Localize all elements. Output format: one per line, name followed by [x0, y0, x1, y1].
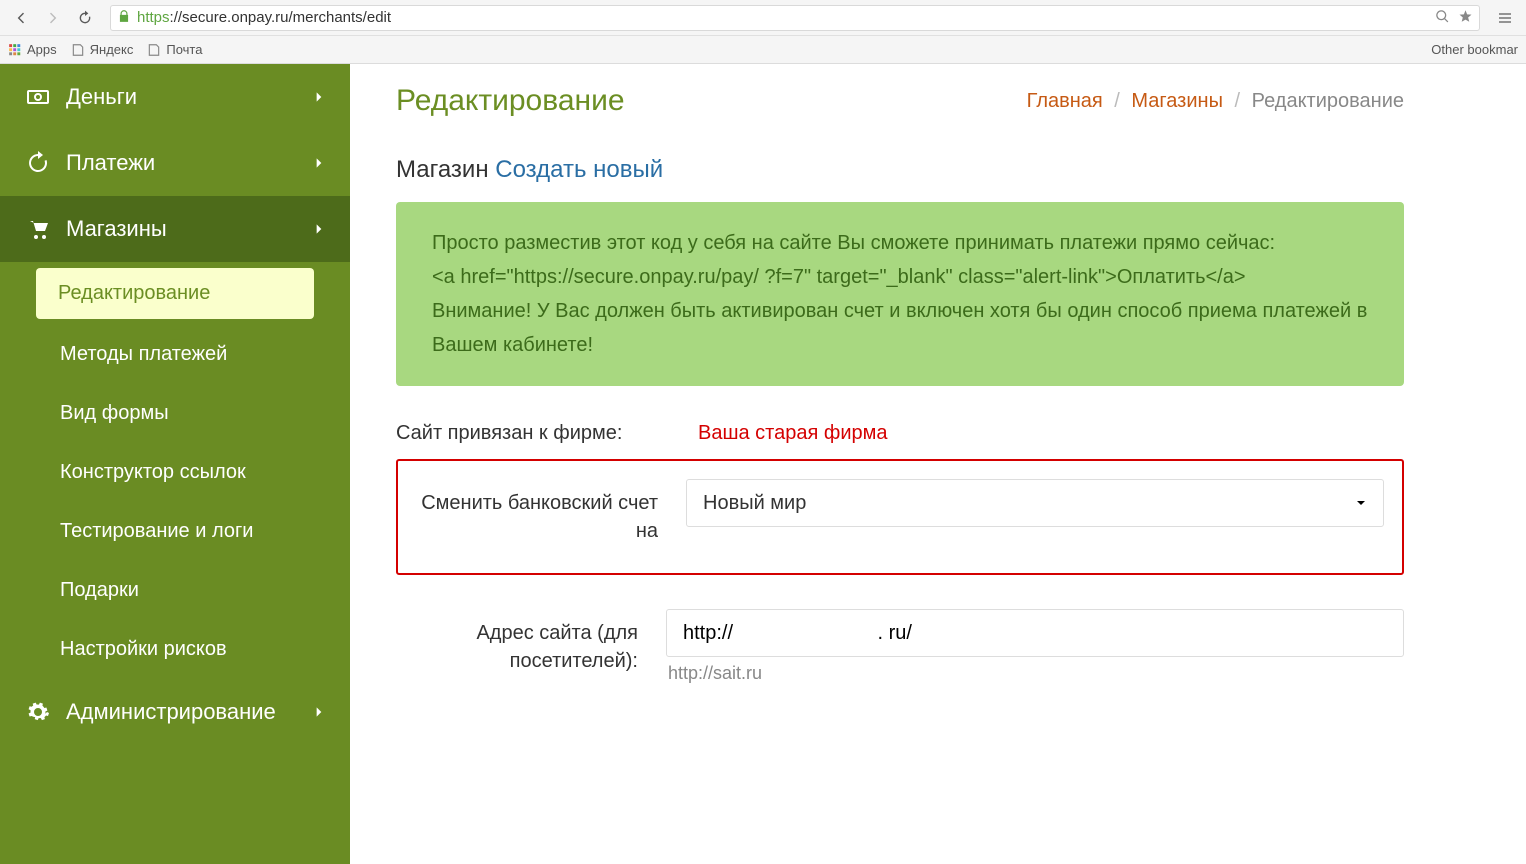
back-button[interactable] [8, 5, 34, 31]
apps-bookmark[interactable]: Apps [8, 42, 57, 57]
zoom-icon[interactable] [1435, 9, 1450, 27]
submenu-risk-settings[interactable]: Настройки рисков [0, 620, 350, 679]
address-bar[interactable]: https://secure.onpay.ru/merchants/edit [110, 5, 1480, 31]
firm-label: Сайт привязан к фирме: [396, 422, 622, 444]
shop-heading-text: Магазин [396, 156, 489, 183]
form-area: Сайт привязан к фирме: Ваша старая фирма… [396, 422, 1404, 684]
breadcrumb-shops[interactable]: Магазины [1131, 90, 1223, 112]
annotation-old-firm: Ваша старая фирма [698, 422, 888, 444]
sidebar-item-admin[interactable]: Администрирование [0, 679, 350, 745]
browser-toolbar: https://secure.onpay.ru/merchants/edit [0, 0, 1526, 36]
create-new-link[interactable]: Создать новый [495, 156, 663, 183]
breadcrumb-current: Редактирование [1252, 90, 1404, 112]
sidebar: Деньги Платежи Магазины Редактирование М… [0, 64, 350, 864]
chevron-right-icon [312, 699, 326, 725]
yandex-bookmark[interactable]: Яндекс [71, 42, 134, 57]
bookmark-label: Other bookmar [1431, 42, 1518, 57]
chevron-right-icon [312, 150, 326, 176]
bookmark-label: Яндекс [90, 42, 134, 57]
main-content: Редактирование Главная / Магазины / Реда… [350, 64, 1450, 864]
cart-icon [24, 217, 52, 241]
site-url-label: Адрес сайта (для посетителей): [396, 609, 666, 675]
info-alert: Просто разместив этот код у себя на сайт… [396, 202, 1404, 386]
select-value: Новый мир [703, 492, 806, 515]
alert-line1: Просто разместив этот код у себя на сайт… [432, 226, 1368, 260]
shop-heading: Магазин Создать новый [396, 156, 1404, 184]
star-icon[interactable] [1458, 9, 1473, 27]
history-icon [24, 151, 52, 175]
alert-line2: Внимание! У Вас должен быть активирован … [432, 294, 1368, 362]
change-account-select[interactable]: Новый мир [686, 479, 1384, 527]
sidebar-label: Платежи [66, 150, 155, 176]
site-url-input[interactable] [666, 609, 1404, 657]
forward-button[interactable] [40, 5, 66, 31]
highlight-box: Сменить банковский счет на Новый мир [396, 459, 1404, 575]
sidebar-label: Деньги [66, 84, 137, 110]
breadcrumb-sep: / [1114, 90, 1120, 112]
breadcrumb-home[interactable]: Главная [1027, 90, 1103, 112]
submenu-testing-logs[interactable]: Тестирование и логи [0, 502, 350, 561]
card-main: Магазин Создать новый Просто разместив э… [396, 156, 1404, 684]
change-account-label: Сменить банковский счет на [416, 479, 686, 545]
breadcrumb-sep: / [1235, 90, 1241, 112]
submenu-form-view[interactable]: Вид формы [0, 384, 350, 443]
change-account-row: Сменить банковский счет на Новый мир [416, 479, 1384, 545]
app-root: Деньги Платежи Магазины Редактирование М… [0, 64, 1526, 864]
sidebar-item-shops[interactable]: Магазины [0, 196, 350, 262]
mail-bookmark[interactable]: Почта [147, 42, 202, 57]
other-bookmarks[interactable]: Other bookmar [1426, 42, 1518, 57]
sidebar-item-money[interactable]: Деньги [0, 64, 350, 130]
submenu-gifts[interactable]: Подарки [0, 561, 350, 620]
lock-icon [117, 9, 131, 26]
bookmark-label: Apps [27, 42, 57, 57]
page-title: Редактирование [396, 84, 625, 118]
site-url-hint: http://sait.ru [666, 663, 1404, 684]
sidebar-label: Магазины [66, 216, 167, 242]
url-text: https://secure.onpay.ru/merchants/edit [137, 9, 391, 26]
breadcrumb: Главная / Магазины / Редактирование [1027, 90, 1404, 113]
money-icon [24, 85, 52, 109]
menu-button[interactable] [1492, 5, 1518, 31]
chevron-right-icon [312, 216, 326, 242]
gear-icon [24, 700, 52, 724]
sidebar-label: Администрирование [66, 699, 276, 725]
chevron-right-icon [312, 84, 326, 110]
site-url-row: Адрес сайта (для посетителей): http://sa… [396, 609, 1404, 684]
submenu-payment-methods[interactable]: Методы платежей [0, 325, 350, 384]
sidebar-item-payments[interactable]: Платежи [0, 130, 350, 196]
firm-label-row: Сайт привязан к фирме: Ваша старая фирма [396, 422, 1404, 445]
alert-code: <a href="https://secure.onpay.ru/pay/ ?f… [432, 260, 1368, 294]
address-actions [1435, 9, 1473, 27]
caret-down-icon [1355, 492, 1367, 515]
submenu-link-builder[interactable]: Конструктор ссылок [0, 443, 350, 502]
reload-button[interactable] [72, 5, 98, 31]
page-header: Редактирование Главная / Магазины / Реда… [396, 74, 1404, 134]
bookmarks-bar: Apps Яндекс Почта Other bookmar [0, 36, 1526, 64]
submenu-edit[interactable]: Редактирование [36, 268, 314, 319]
sidebar-submenu: Редактирование Методы платежей Вид формы… [0, 268, 350, 679]
bookmark-label: Почта [166, 42, 202, 57]
